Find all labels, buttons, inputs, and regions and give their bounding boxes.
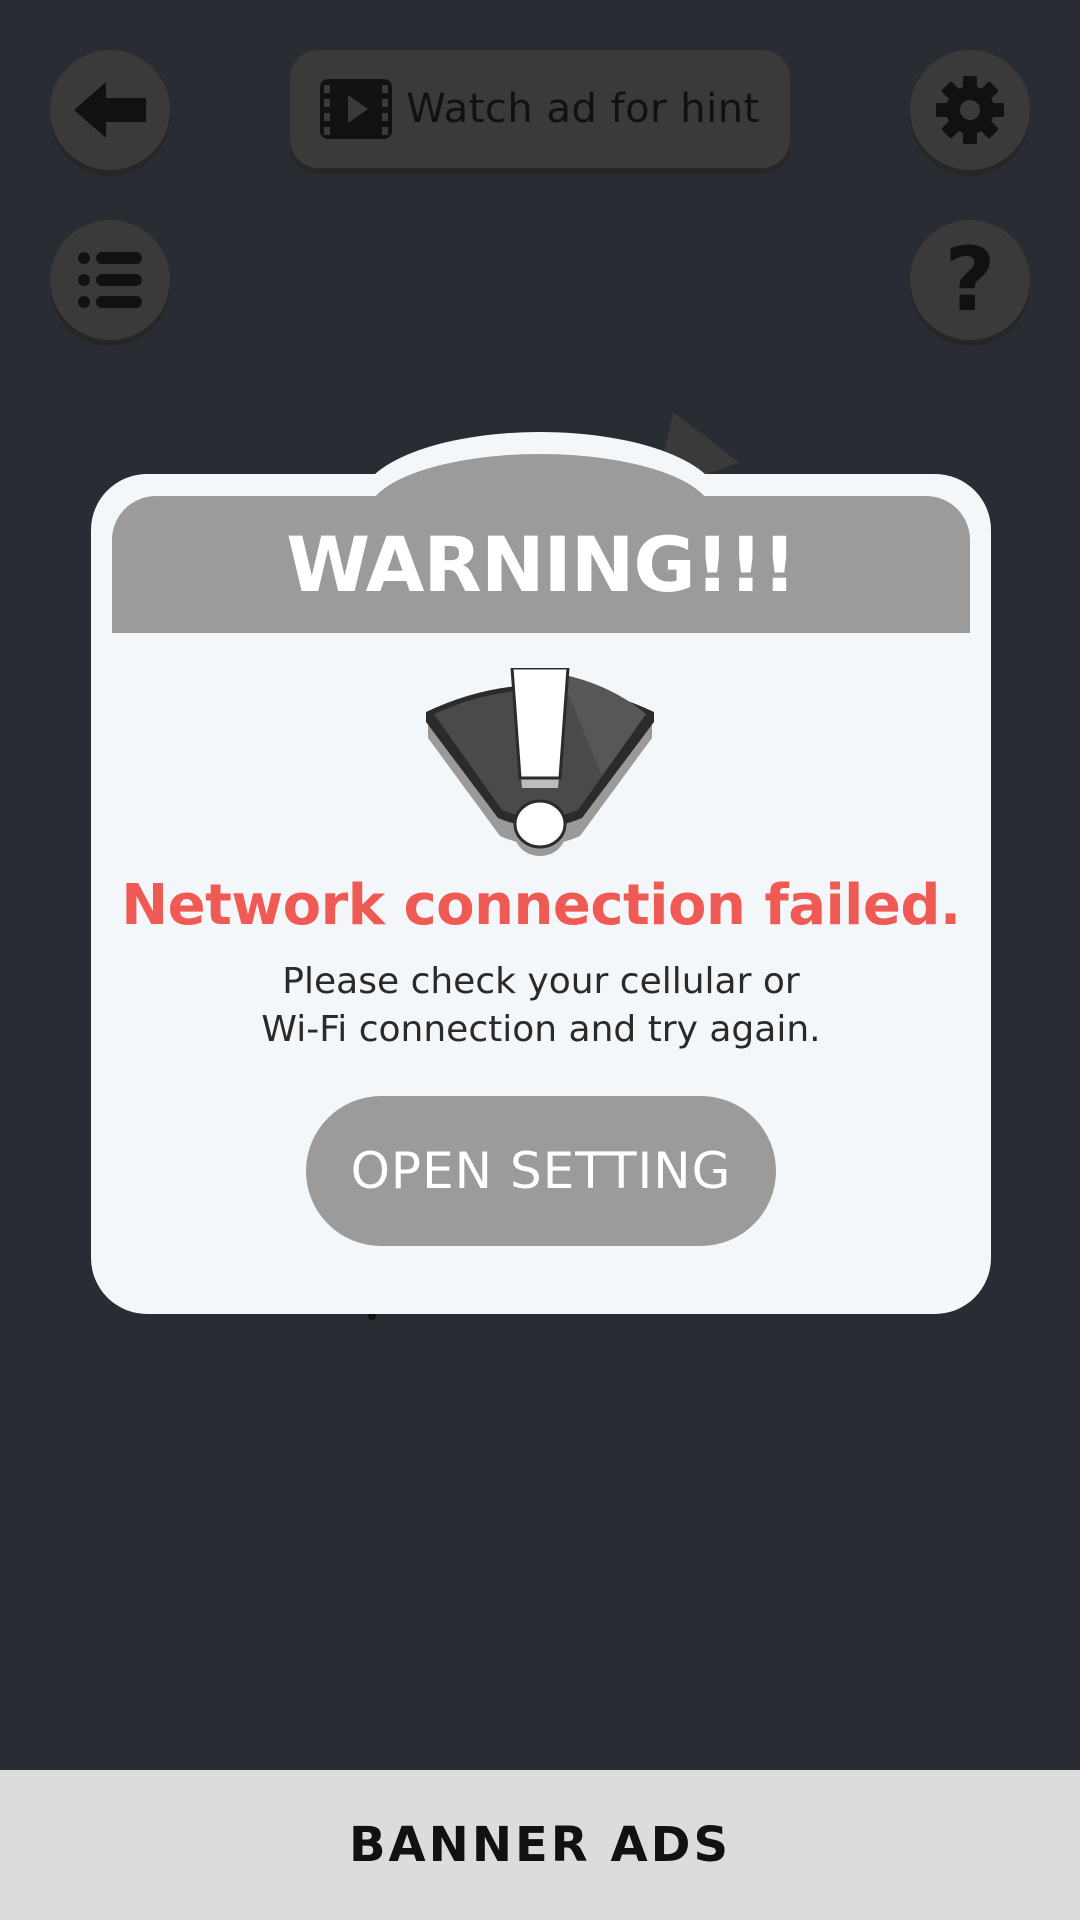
description-line-2: Wi-Fi connection and try again. bbox=[261, 1009, 821, 1050]
warning-exclamation-icon bbox=[426, 668, 654, 856]
error-message: Network connection failed. bbox=[121, 873, 961, 938]
game-screen: Watch ad for hint ? WARNING!!! Network c… bbox=[0, 0, 1080, 1920]
dialog-title: WARNING!!! bbox=[286, 520, 797, 609]
open-setting-button[interactable]: OPEN SETTING bbox=[306, 1096, 776, 1246]
help-button[interactable]: ? bbox=[910, 220, 1030, 340]
banner-ad-label: BANNER ADS bbox=[348, 1817, 732, 1873]
film-play-icon bbox=[320, 79, 393, 139]
gear-icon bbox=[936, 76, 1004, 144]
level-list-button[interactable] bbox=[50, 220, 170, 340]
hint-button-label: Watch ad for hint bbox=[406, 86, 760, 132]
description-line-1: Please check your cellular or bbox=[282, 961, 800, 1002]
settings-button[interactable] bbox=[910, 50, 1030, 170]
watch-ad-hint-button[interactable]: Watch ad for hint bbox=[290, 50, 790, 168]
dialog-description: Please check your cellular or Wi-Fi conn… bbox=[91, 958, 991, 1054]
question-mark-icon: ? bbox=[944, 228, 996, 331]
banner-ad[interactable]: BANNER ADS bbox=[0, 1770, 1080, 1920]
back-button[interactable] bbox=[50, 50, 170, 170]
list-icon bbox=[78, 252, 142, 308]
arrow-left-icon bbox=[74, 82, 146, 138]
